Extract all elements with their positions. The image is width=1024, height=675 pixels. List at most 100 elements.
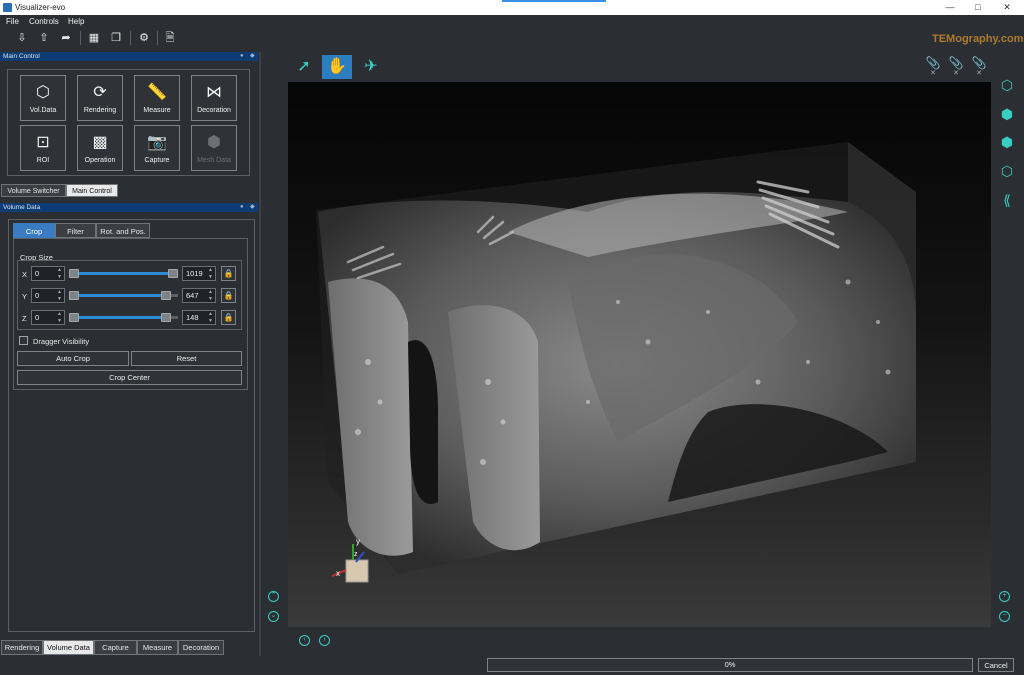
grid-icon[interactable]: ▦ [86,30,102,46]
pan-hand-icon[interactable]: ✋ [322,55,352,79]
vol-data-button[interactable]: ⬡ Vol.Data [20,75,66,121]
ruler-icon: 📏 [147,84,167,101]
y-max-spinbox[interactable]: 647 ▲ ▼ [182,288,216,303]
dock-float-icon[interactable]: ● [240,53,246,59]
dock-close-icon[interactable]: ◆ [250,53,256,59]
axis-x-label: X [22,270,28,279]
view-front-icon[interactable]: ⬢ [998,105,1016,123]
spin-arrows-icon[interactable]: ▲ ▼ [207,289,214,302]
axis-z-label: Z [22,314,27,323]
crop-center-button[interactable]: Crop Center [17,370,242,385]
dock-float-icon[interactable]: ● [240,204,246,210]
spin-arrows-icon[interactable]: ▲ ▼ [207,311,214,324]
layers-icon[interactable]: ❐ [108,30,124,46]
dragger-visibility-checkbox[interactable] [19,336,28,345]
reset-button[interactable]: Reset [131,351,242,366]
clip-remove-icon[interactable]: ✕ [948,70,964,78]
maximize-button[interactable]: □ [966,0,990,15]
rendering-button[interactable]: ⟳ Rendering [77,75,123,121]
menu-controls[interactable]: Controls [29,17,59,26]
mesh-data-button: ⬢ Mesh Data [191,125,237,171]
clip-plane-1-icon[interactable]: 📎 ✕ [925,56,941,78]
view-reset-icon[interactable]: ⟪ [998,191,1016,209]
auto-crop-button[interactable]: Auto Crop [17,351,129,366]
tab-filter[interactable]: Filter [55,223,96,238]
menu-file[interactable]: File [6,17,19,26]
view-side-icon[interactable]: ⬢ [998,133,1016,151]
volume-render: y x z [316,142,916,583]
tab-main-control[interactable]: Main Control [66,184,118,197]
tab-rot-pos[interactable]: Rot. and Pos. [96,223,150,238]
z-min-handle[interactable] [69,313,79,322]
cube-icon: ⬡ [36,84,50,101]
view-top-icon[interactable]: ⬡ [998,162,1016,180]
scroll-down-icon[interactable]: ⌄ [268,611,279,622]
volume-viewport[interactable]: y x z [288,82,991,627]
z-lock-icon[interactable]: 🔒 [221,310,236,325]
zoom-in-icon[interactable]: + [999,591,1010,602]
operation-button[interactable]: ▩ Operation [77,125,123,171]
operation-icon: ▩ [92,134,108,151]
document-icon[interactable]: 🗎 [162,30,178,46]
tab-volume-data[interactable]: Volume Data [43,640,94,655]
toolbar-separator [80,31,81,45]
x-lock-icon[interactable]: 🔒 [221,266,236,281]
y-lock-icon[interactable]: 🔒 [221,288,236,303]
scroll-up-icon[interactable]: ⌃ [268,591,279,602]
mesh-icon: ⬢ [207,134,221,151]
x-min-handle[interactable] [69,269,79,278]
dock-close-icon[interactable]: ◆ [250,204,256,210]
share-icon[interactable]: ➦ [58,30,74,46]
spin-arrows-icon[interactable]: ▲ ▼ [56,267,63,280]
z-max-handle[interactable] [161,313,171,322]
close-button[interactable]: ✕ [995,0,1019,15]
minimize-button[interactable]: — [938,0,962,15]
tab-rendering[interactable]: Rendering [1,640,43,655]
zoom-out-icon[interactable]: − [999,611,1010,622]
scroll-right-icon[interactable]: › [319,635,330,646]
tab-volume-switcher[interactable]: Volume Switcher [1,184,66,197]
dragger-visibility-label: Dragger Visibility [33,337,90,346]
settings-icon[interactable]: ⚙ [136,30,152,46]
roi-button[interactable]: ⊡ ROI [20,125,66,171]
capture-button[interactable]: 📷 Capture [134,125,180,171]
spin-arrows-icon[interactable]: ▲ ▼ [56,289,63,302]
spin-arrows-icon[interactable]: ▲ ▼ [56,311,63,324]
y-min-handle[interactable] [69,291,79,300]
x-max-handle[interactable] [168,269,178,278]
menu-help[interactable]: Help [68,17,84,26]
measure-button[interactable]: 📏 Measure [134,75,180,121]
tab-measure[interactable]: Measure [137,640,178,655]
axis-x-indicator: x [336,569,340,578]
scroll-left-icon[interactable]: ‹ [299,635,310,646]
x-min-spinbox[interactable]: 0 ▲ ▼ [31,266,65,281]
z-min-spinbox[interactable]: 0 ▲ ▼ [31,310,65,325]
panel-splitter[interactable] [259,52,261,656]
clip-remove-icon[interactable]: ✕ [925,70,941,78]
menu-bar: File Controls Help [0,15,1024,27]
axis-y-indicator: y [356,537,360,546]
cancel-button[interactable]: Cancel [978,658,1014,672]
window-title: Visualizer-evo [15,3,66,12]
select-arrow-icon[interactable]: ➚ [289,55,319,79]
spin-arrows-icon[interactable]: ▲ ▼ [207,267,214,280]
tab-crop[interactable]: Crop [13,223,55,238]
clip-plane-2-icon[interactable]: 📎 ✕ [948,56,964,78]
camera-icon: 📷 [147,134,167,151]
roi-icon: ⊡ [36,134,50,151]
export-icon[interactable]: ⇧ [36,30,52,46]
clip-remove-icon[interactable]: ✕ [971,70,987,78]
decoration-button[interactable]: ⋈ Decoration [191,75,237,121]
tab-capture[interactable]: Capture [94,640,137,655]
z-max-spinbox[interactable]: 148 ▲ ▼ [182,310,216,325]
fly-icon[interactable]: ✈ [356,55,386,79]
tab-decoration[interactable]: Decoration [178,640,224,655]
view-iso-icon[interactable]: ⬡ [998,76,1016,94]
y-min-spinbox[interactable]: 0 ▲ ▼ [31,288,65,303]
y-max-handle[interactable] [161,291,171,300]
volume-data-title: Volume Data [3,204,41,211]
import-icon[interactable]: ⇩ [14,30,30,46]
x-max-spinbox[interactable]: 1019 ▲ ▼ [182,266,216,281]
title-accent [502,0,606,2]
clip-plane-3-icon[interactable]: 📎 ✕ [971,56,987,78]
